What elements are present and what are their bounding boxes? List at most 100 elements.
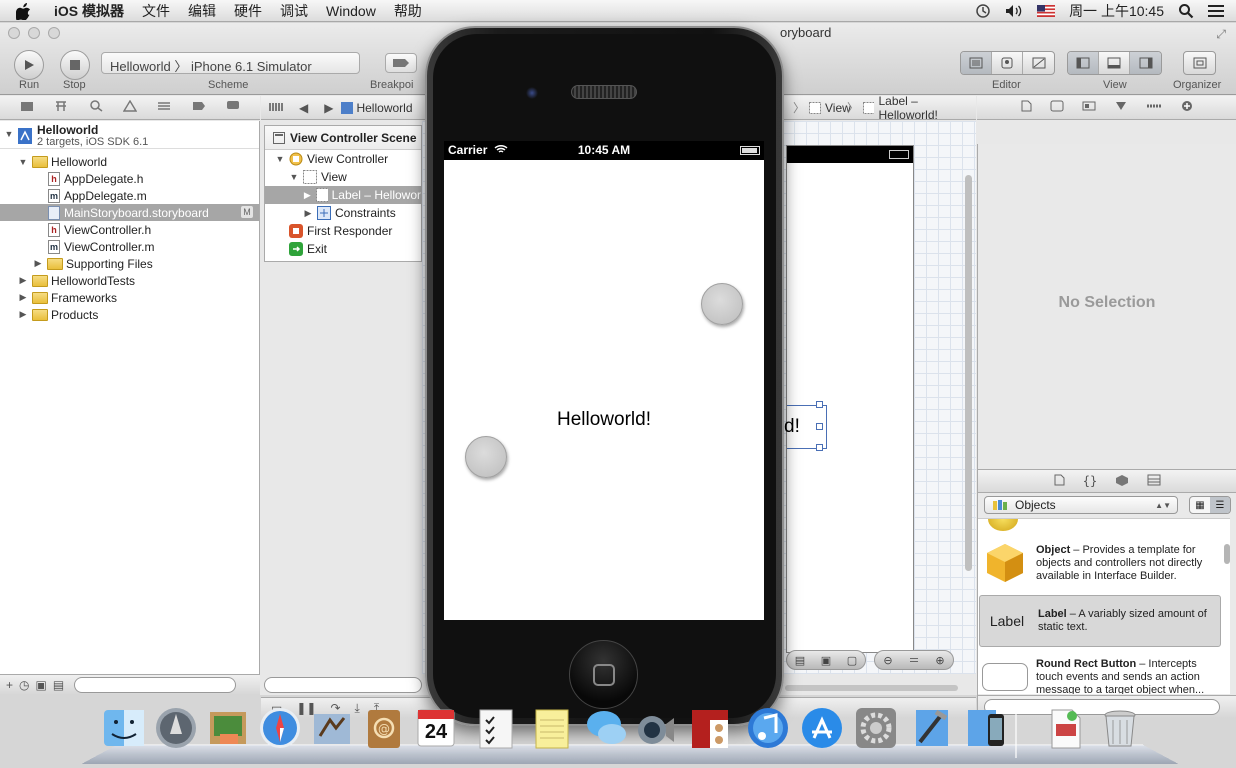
apple-menu-icon[interactable]	[16, 2, 40, 20]
file-inspector-icon[interactable]	[1020, 100, 1032, 115]
stop-button[interactable]	[60, 50, 90, 80]
group-row[interactable]: ▶ Products	[0, 306, 259, 323]
related-files-icon[interactable]	[269, 101, 283, 115]
notes-icon[interactable]	[528, 704, 576, 752]
photo-booth-icon[interactable]	[686, 704, 734, 752]
zoom-out-icon[interactable]: ⊖	[875, 651, 901, 669]
version-editor-button[interactable]	[1023, 52, 1054, 74]
list-view-icon[interactable]: ☰	[1210, 497, 1230, 513]
disclosure-closed-icon[interactable]: ▶	[18, 275, 28, 286]
disclosure-closed-icon[interactable]: ▶	[18, 309, 28, 320]
navigator-filter-input[interactable]	[74, 677, 237, 693]
menu-file[interactable]: 文件	[133, 1, 179, 21]
preview-icon[interactable]	[204, 704, 252, 752]
safari-icon[interactable]	[256, 704, 304, 752]
fullscreen-icon[interactable]: ⤢	[1216, 27, 1226, 42]
disclosure-closed-icon[interactable]: ▶	[303, 190, 312, 200]
scm-filter-icon[interactable]: ▣	[36, 678, 47, 692]
menu-clock[interactable]: 周一 上午10:45	[1069, 1, 1164, 21]
file-row-selected[interactable]: MainStoryboard.storyboard M	[0, 204, 259, 221]
group-row[interactable]: ▶ HelloworldTests	[0, 272, 259, 289]
menu-hardware[interactable]: 硬件	[225, 1, 271, 21]
scheme-selector[interactable]: Helloworld 〉 iPhone 6.1 Simulator	[101, 52, 360, 74]
issue-navigator-icon[interactable]	[122, 99, 138, 115]
attributes-inspector-icon[interactable]	[1114, 100, 1128, 115]
calendar-icon[interactable]: 24	[412, 704, 460, 752]
recent-files-icon[interactable]: ◷	[19, 678, 29, 692]
menu-window[interactable]: Window	[317, 3, 385, 19]
pin-icon[interactable]: ▣	[813, 651, 839, 669]
outline-row[interactable]: ▼ View Controller	[265, 150, 421, 168]
library-item-object[interactable]: Object – Provides a template for objects…	[978, 537, 1230, 589]
symbol-navigator-icon[interactable]	[54, 100, 68, 115]
menu-debug[interactable]: 调试	[271, 1, 317, 21]
itunes-icon[interactable]	[744, 704, 792, 752]
resize-handle[interactable]	[816, 401, 823, 408]
outline-row[interactable]: ▼ View	[265, 168, 421, 186]
search-navigator-icon[interactable]	[89, 100, 103, 115]
group-row[interactable]: ▶ Supporting Files	[0, 255, 259, 272]
connections-inspector-icon[interactable]	[1180, 100, 1194, 115]
toggle-utilities-button[interactable]	[1130, 52, 1161, 74]
zoom-in-icon[interactable]: ⊕	[927, 651, 953, 669]
disclosure-open-icon[interactable]: ▼	[18, 157, 28, 167]
finder-icon[interactable]	[100, 704, 148, 752]
trash-icon[interactable]	[1096, 704, 1144, 752]
outline-row[interactable]: Exit	[265, 240, 421, 258]
library-filter-select[interactable]: Objects ▲▼	[984, 496, 1178, 514]
unsaved-filter-icon[interactable]: ▤	[53, 678, 64, 692]
file-row[interactable]: m ViewController.m	[0, 238, 259, 255]
launchpad-icon[interactable]	[152, 704, 200, 752]
jump-bar-label[interactable]: 〉 Label – Helloworld!	[847, 94, 976, 122]
library-item-label[interactable]: Label Label – A variably sized amount of…	[979, 595, 1221, 647]
media-library-icon[interactable]	[1147, 474, 1161, 489]
home-button[interactable]	[569, 640, 638, 709]
outline-row[interactable]: ▶ Constraints	[265, 204, 421, 222]
disclosure-open-icon[interactable]: ▼	[275, 154, 285, 164]
resize-handle[interactable]	[816, 444, 823, 451]
jump-bar-project[interactable]: Helloworld	[341, 101, 413, 115]
ios-simulator-icon[interactable]	[962, 704, 1010, 752]
disclosure-open-icon[interactable]: ▼	[289, 172, 299, 182]
resize-handle[interactable]	[816, 423, 823, 430]
align-icon[interactable]: ▤	[787, 651, 813, 669]
toggle-debug-area-button[interactable]	[1099, 52, 1130, 74]
app-store-icon[interactable]	[798, 704, 846, 752]
assistant-editor-button[interactable]	[992, 52, 1023, 74]
add-icon[interactable]: +	[6, 678, 13, 692]
messages-icon[interactable]	[582, 704, 630, 752]
identity-inspector-icon[interactable]	[1082, 100, 1096, 115]
us-flag-input-icon[interactable]	[1037, 4, 1056, 17]
menu-edit[interactable]: 编辑	[179, 1, 225, 21]
menu-app-name[interactable]: iOS 模拟器	[54, 1, 133, 21]
canvas-vertical-scrollbar[interactable]	[965, 175, 972, 571]
file-template-library-icon[interactable]	[1053, 474, 1065, 489]
library-item-round-rect-button[interactable]: Round Rect Button – Intercepts touch eve…	[978, 651, 1230, 694]
outline-row-selected[interactable]: ▶ Label – Hellowor	[265, 186, 421, 204]
outline-row[interactable]: First Responder	[265, 222, 421, 240]
forward-arrow-icon[interactable]: ▶	[324, 101, 333, 115]
facetime-icon[interactable]	[630, 704, 678, 752]
library-scrollbar[interactable]	[1224, 544, 1230, 564]
group-row[interactable]: ▶ Frameworks	[0, 289, 259, 306]
contacts-icon[interactable]: @	[360, 704, 408, 752]
grid-view-icon[interactable]: ▦	[1190, 497, 1210, 513]
group-row[interactable]: ▼ Helloworld	[0, 153, 259, 170]
size-inspector-icon[interactable]	[1146, 100, 1162, 115]
toggle-navigator-button[interactable]	[1068, 52, 1099, 74]
volume-icon[interactable]	[1005, 4, 1023, 18]
object-library-icon[interactable]	[1115, 474, 1129, 489]
scene-header[interactable]: View Controller Scene	[265, 126, 421, 150]
resolve-icon[interactable]: ▢	[839, 651, 865, 669]
reminders-icon[interactable]	[472, 704, 520, 752]
disclosure-open-icon[interactable]: ▼	[4, 129, 14, 139]
xcode-icon[interactable]	[908, 704, 956, 752]
standard-editor-button[interactable]	[961, 52, 992, 74]
mail-icon[interactable]	[308, 704, 356, 752]
file-row[interactable]: h AppDelegate.h	[0, 170, 259, 187]
project-row[interactable]: ▼ Helloworld 2 targets, iOS SDK 6.1	[0, 121, 259, 149]
code-snippet-library-icon[interactable]: {}	[1083, 474, 1097, 488]
outline-filter-input[interactable]	[264, 677, 422, 693]
disclosure-closed-icon[interactable]: ▶	[303, 208, 313, 218]
zoom-fit-icon[interactable]: ＝	[901, 651, 927, 669]
